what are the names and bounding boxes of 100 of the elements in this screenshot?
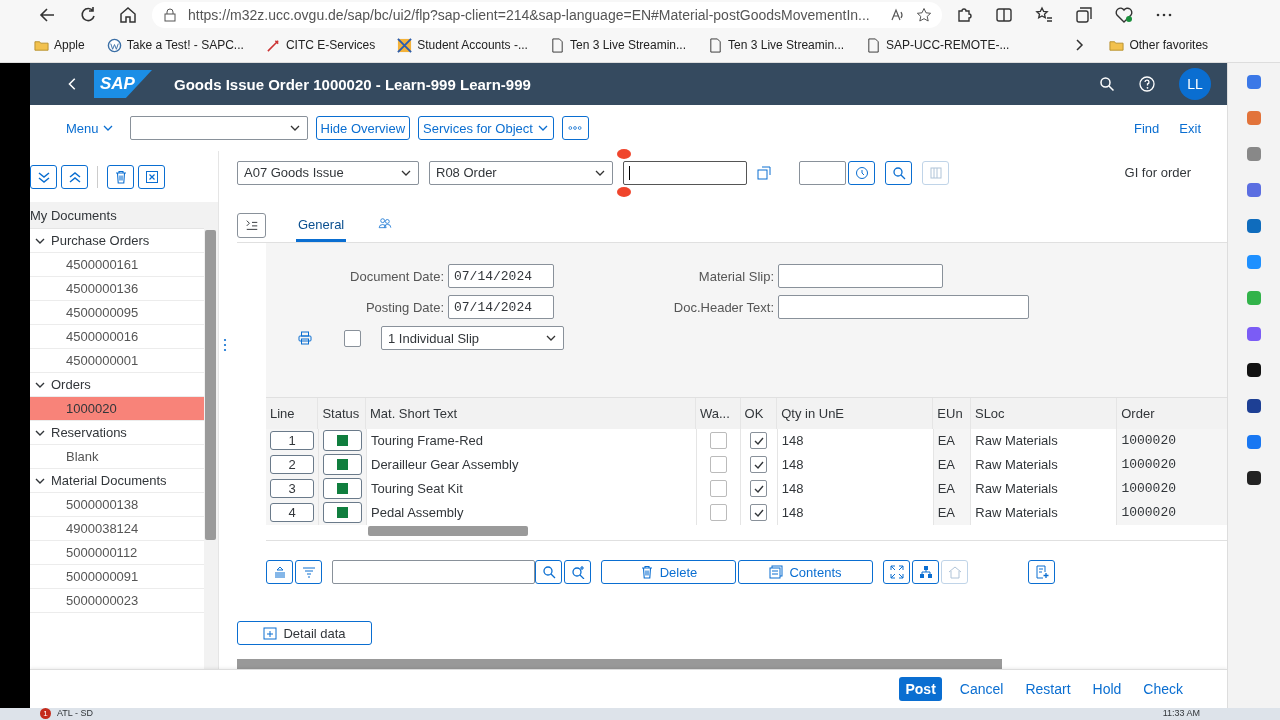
search-button[interactable] (885, 160, 912, 185)
bookmark-link[interactable]: Ten 3 Live Streamin... (549, 37, 686, 53)
collapse-all-button[interactable] (61, 164, 88, 189)
search-button[interactable] (535, 560, 562, 585)
status-button[interactable] (323, 454, 362, 476)
bookmark-link[interactable]: Ten 3 Live Streamin... (708, 37, 845, 53)
transaction-dropdown[interactable]: A07 Goods Issue (237, 160, 419, 185)
checkbox[interactable] (709, 480, 727, 498)
delete-button[interactable] (107, 164, 134, 189)
checkbox[interactable] (709, 432, 727, 450)
history-button[interactable] (848, 160, 875, 185)
order-input[interactable] (623, 160, 747, 185)
star-icon[interactable] (916, 7, 932, 23)
collections-icon[interactable] (1074, 5, 1094, 25)
site-icon (397, 37, 413, 53)
help-icon[interactable] (1139, 76, 1155, 92)
line-button[interactable]: 3 (270, 479, 314, 499)
more-button[interactable] (561, 116, 589, 140)
date-field[interactable]: 07/14/2024 (448, 264, 554, 289)
line-button[interactable]: 4 (270, 503, 314, 523)
app-icon[interactable] (1247, 399, 1261, 413)
home-icon (947, 565, 962, 580)
checkbox[interactable] (750, 432, 768, 450)
user-avatar[interactable]: LL (1179, 68, 1211, 100)
search-next-button[interactable] (564, 560, 591, 585)
hierarchy-button[interactable] (912, 560, 939, 585)
print-checkbox[interactable] (344, 329, 361, 347)
find-button[interactable]: Find (1128, 120, 1166, 136)
double-chevron-down-icon (36, 169, 51, 184)
checkbox[interactable] (709, 456, 727, 474)
command-field[interactable] (129, 116, 308, 140)
footer-button[interactable]: Check (1139, 677, 1187, 701)
bookmark-link[interactable]: Apple (34, 37, 85, 53)
printer-icon[interactable] (298, 331, 312, 346)
close-button[interactable] (138, 164, 165, 189)
search-plus-icon (570, 565, 585, 580)
input-field[interactable] (799, 160, 846, 185)
split-screen-icon[interactable] (994, 5, 1014, 25)
date-field[interactable]: 07/14/2024 (448, 295, 554, 320)
hide-overview-button[interactable]: Hide Overview (315, 116, 411, 140)
bookmark-folder[interactable]: Other favorites (1109, 37, 1209, 53)
exit-button[interactable]: Exit (1173, 120, 1207, 136)
tree-item[interactable]: 1000020 (30, 397, 204, 421)
contents-button[interactable]: Contents (738, 560, 873, 585)
scrollbar-thumb[interactable] (237, 659, 1002, 669)
checkbox[interactable] (750, 456, 768, 474)
footer-button[interactable]: Hold (1088, 677, 1126, 701)
tree-title: My Documents (30, 202, 204, 229)
input-field[interactable] (778, 264, 943, 289)
scrollbar-thumb[interactable] (368, 525, 528, 536)
collapse-icon (244, 218, 259, 233)
detail-data-button[interactable]: Detail data (237, 621, 372, 646)
bookmark-link[interactable]: SAP-UCC-REMOTE-... (866, 37, 1010, 53)
status-button[interactable] (323, 478, 362, 500)
app-icon[interactable] (1247, 471, 1261, 485)
expand-all-button[interactable] (30, 164, 57, 189)
add-document-icon (1034, 565, 1049, 580)
checkbox[interactable] (750, 504, 768, 522)
status-button[interactable] (323, 430, 362, 452)
collapse-header-button[interactable] (237, 212, 266, 238)
delete-button[interactable]: Delete (601, 560, 736, 585)
home-icon[interactable] (118, 5, 138, 25)
fullscreen-button[interactable] (883, 560, 910, 585)
heart-pulse-icon[interactable] (1114, 5, 1134, 25)
sort-ascending-button[interactable] (266, 560, 293, 585)
app-icon[interactable] (1247, 363, 1261, 377)
bookmark-link[interactable]: Student Accounts -... (397, 37, 528, 53)
search-icon[interactable] (1099, 76, 1115, 92)
page-icon (708, 37, 723, 53)
selection-handle-icon[interactable] (617, 148, 631, 159)
lock-icon (162, 7, 178, 23)
read-aloud-icon[interactable] (890, 7, 906, 23)
line-button[interactable]: 2 (270, 455, 314, 475)
address-bar[interactable]: https://m32z.ucc.ovgu.de/sap/bc/ui2/flp?sap-client=214&sap-language=EN#Material-postGoodsMovementIn... (152, 2, 942, 28)
add-icon (263, 626, 278, 641)
slip-dropdown[interactable]: 1 Individual Slip (381, 326, 564, 351)
checkbox[interactable] (709, 504, 727, 522)
services-button[interactable]: Services for Object (418, 116, 554, 140)
menu-button[interactable]: Menu (60, 120, 120, 136)
footer-button[interactable]: Restart (1021, 677, 1075, 701)
favorites-icon[interactable] (1034, 5, 1054, 25)
add-document-button[interactable] (1028, 560, 1055, 585)
selection-handle-icon[interactable] (617, 186, 631, 197)
post-button[interactable]: Post (899, 677, 942, 701)
filter-button[interactable] (295, 560, 322, 585)
splitter-grip-icon[interactable] (223, 338, 227, 352)
table-cell: 1000020 (1117, 476, 1227, 501)
input-field[interactable] (778, 295, 1029, 320)
search-field[interactable] (332, 560, 535, 585)
checkbox[interactable] (750, 480, 768, 498)
reference-dropdown[interactable]: R08 Order (429, 160, 613, 185)
open-window-icon[interactable] (757, 165, 771, 180)
bookmark-link[interactable]: CITC E-Services (265, 37, 376, 53)
line-button[interactable]: 1 (270, 431, 314, 451)
table-cell: 1000020 (1117, 500, 1227, 525)
page-icon (549, 37, 565, 53)
scrollbar-thumb[interactable] (205, 230, 216, 540)
footer-button[interactable]: Cancel (955, 677, 1008, 701)
bookmark-link[interactable]: Take a Test! - SAPC... (106, 37, 244, 53)
status-button[interactable] (323, 502, 362, 524)
